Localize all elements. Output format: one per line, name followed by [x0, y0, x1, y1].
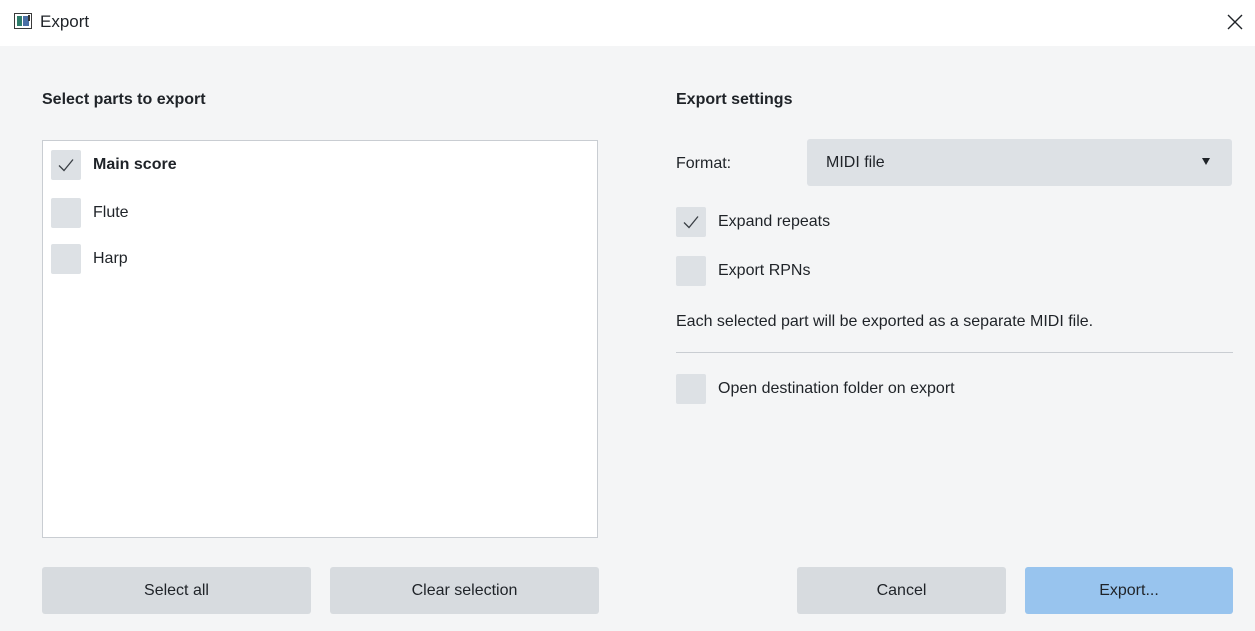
parts-list[interactable]: Main score Flute Harp: [42, 140, 598, 538]
export-rpns-checkbox[interactable]: [676, 256, 706, 286]
export-rpns-option[interactable]: Export RPNs: [676, 255, 810, 287]
part-item-flute[interactable]: Flute: [51, 197, 129, 229]
select-all-button[interactable]: Select all: [42, 567, 311, 614]
export-info-text: Each selected part will be exported as a…: [676, 313, 1094, 330]
open-folder-label: Open destination folder on export: [718, 380, 955, 397]
checkmark-icon: [683, 216, 699, 229]
expand-repeats-label: Expand repeats: [718, 213, 831, 230]
checkmark-icon: [58, 159, 74, 172]
open-folder-checkbox[interactable]: [676, 374, 706, 404]
format-value: MIDI file: [826, 154, 885, 171]
parts-heading: Select parts to export: [42, 91, 206, 108]
expand-repeats-option[interactable]: Expand repeats: [676, 206, 830, 238]
app-icon: [14, 13, 32, 29]
settings-heading: Export settings: [676, 91, 793, 108]
dropdown-arrow-icon: [1202, 158, 1210, 165]
export-rpns-label: Export RPNs: [718, 262, 811, 279]
open-folder-option[interactable]: Open destination folder on export: [676, 373, 955, 405]
clear-selection-button[interactable]: Clear selection: [330, 567, 599, 614]
expand-repeats-checkbox[interactable]: [676, 207, 706, 237]
flute-checkbox[interactable]: [51, 198, 81, 228]
export-button[interactable]: Export...: [1025, 567, 1233, 614]
part-label: Harp: [93, 250, 128, 267]
cancel-button[interactable]: Cancel: [797, 567, 1006, 614]
part-label: Main score: [93, 156, 177, 173]
part-item-harp[interactable]: Harp: [51, 243, 128, 275]
window-title: Export: [40, 12, 90, 31]
main-score-checkbox[interactable]: [51, 150, 81, 180]
part-label: Flute: [93, 204, 129, 221]
title-bar: Export: [0, 0, 1255, 46]
harp-checkbox[interactable]: [51, 244, 81, 274]
close-icon[interactable]: [1223, 10, 1247, 34]
part-item-main-score[interactable]: Main score: [51, 149, 177, 181]
format-dropdown[interactable]: MIDI file: [807, 139, 1232, 186]
divider: [676, 352, 1233, 353]
format-label: Format:: [676, 155, 732, 172]
